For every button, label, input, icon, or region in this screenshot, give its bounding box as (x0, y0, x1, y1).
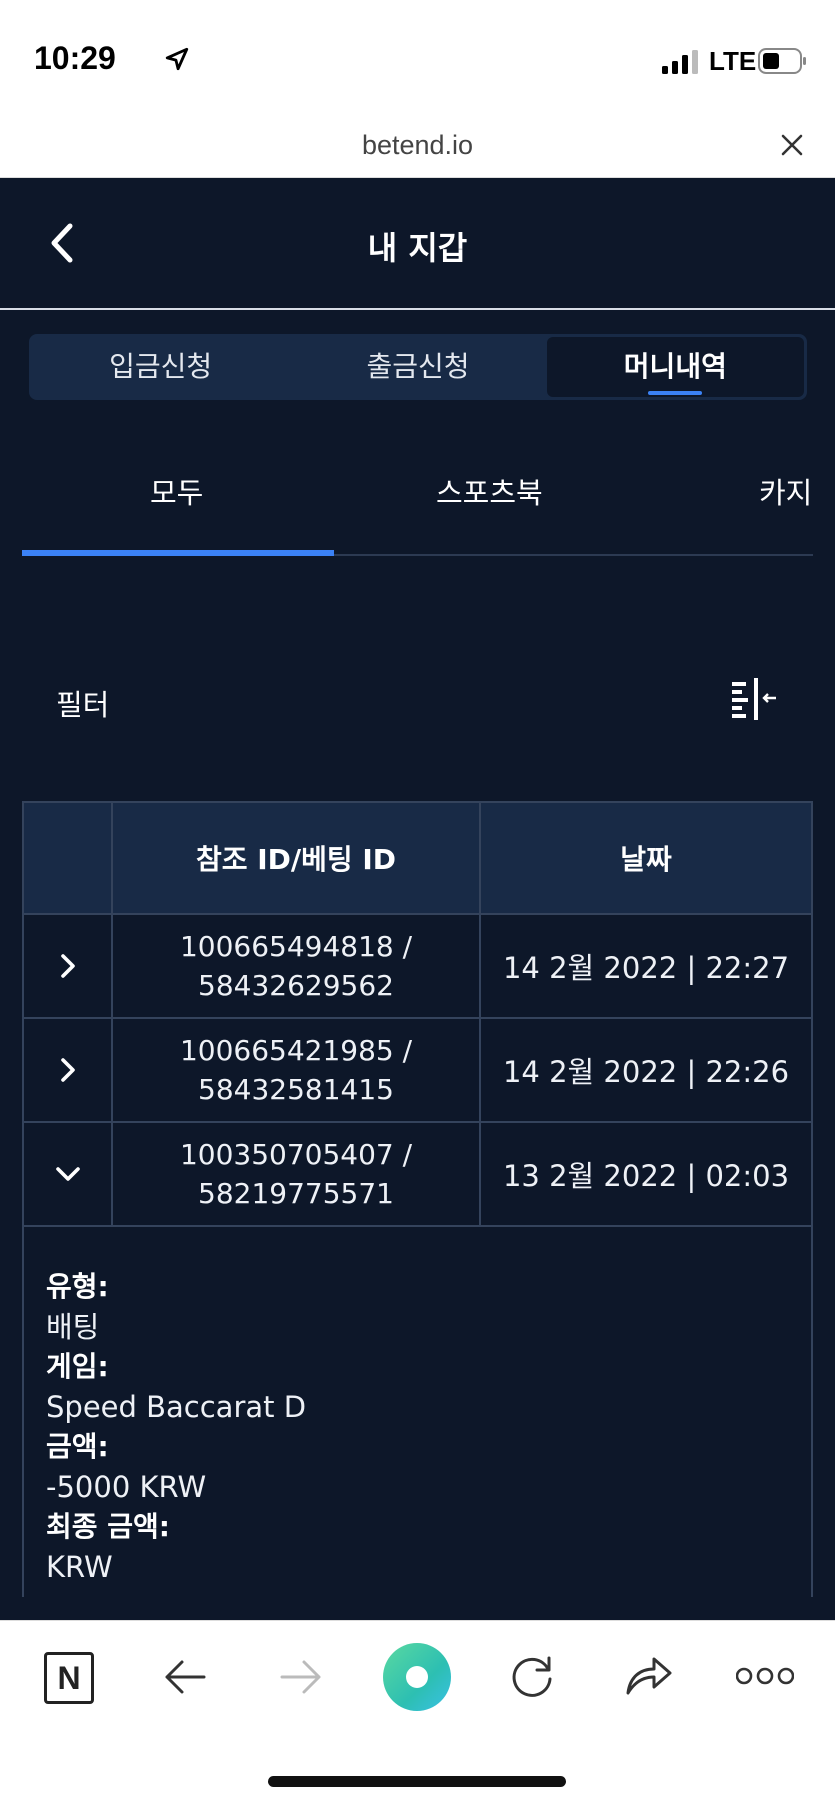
active-subtab-indicator (22, 550, 334, 556)
bet-id: 58432629562 (198, 969, 394, 1002)
more-icon[interactable] (736, 1665, 794, 1687)
chevron-right-icon (60, 954, 75, 978)
ref-id: 100665421985 / (179, 1034, 413, 1067)
final-amount-value: KRW (46, 1550, 113, 1584)
type-label: 유형: (46, 1270, 109, 1303)
expand-toggle[interactable] (24, 915, 113, 1017)
ref-bet-id-cell: 100350705407 / 58219775571 (113, 1123, 481, 1225)
type-value: 배팅 (46, 1310, 100, 1344)
filter-label: 필터 (56, 688, 110, 722)
ref-id: 100350705407 / (179, 1138, 413, 1171)
transaction-details: 유형: 배팅 게임: Speed Baccarat D 금액: -5000 KR… (22, 1225, 813, 1597)
ref-bet-id-cell: 100665494818 / 58432629562 (113, 915, 481, 1017)
table-row[interactable]: 100665494818 / 58432629562 14 2월 2022 | 2… (24, 915, 811, 1019)
chevron-right-icon (60, 1058, 75, 1082)
back-arrow-icon[interactable] (162, 1657, 208, 1697)
date-cell: 14 2월 2022 | 22:27 (502, 951, 790, 985)
network-type: LTE (709, 46, 757, 76)
history-table: 참조 ID/베팅 ID 날짜 100665494818 / 58432629562… (22, 801, 813, 1227)
battery-icon (758, 48, 806, 74)
page-title: 내 지갑 (367, 229, 468, 267)
close-icon[interactable] (779, 132, 805, 158)
final-amount-label: 최종 금액: (46, 1510, 170, 1543)
tab-label: 머니내역 (623, 350, 727, 383)
page-header: 내 지갑 (0, 178, 835, 310)
ref-id: 100665494818 / (179, 930, 413, 963)
naver-n-icon[interactable]: N (44, 1652, 94, 1704)
filter-collapse-icon[interactable] (730, 676, 780, 722)
ref-bet-id-cell: 100665421985 / 58432581415 (113, 1019, 481, 1121)
category-tabs: 모두 스포츠북 카지 (22, 462, 813, 556)
table-row[interactable]: 100665421985 / 58432581415 14 2월 2022 | 2… (24, 1019, 811, 1123)
cellular-signal-icon (662, 50, 698, 74)
url-text[interactable]: betend.io (0, 130, 835, 161)
bet-id: 58432581415 (198, 1073, 394, 1106)
bet-id: 58219775571 (198, 1177, 394, 1210)
tab-all[interactable]: 모두 (150, 470, 203, 512)
tab-money-history[interactable]: 머니내역 (546, 337, 804, 397)
location-arrow-icon (165, 47, 189, 71)
tab-casino[interactable]: 카지 (759, 470, 812, 512)
tab-withdraw[interactable]: 출금신청 (289, 337, 546, 397)
header-expand-cell (24, 803, 113, 913)
game-value: Speed Baccarat D (46, 1390, 307, 1424)
header-ref-id: 참조 ID/베팅 ID (113, 803, 481, 913)
active-tab-underline (648, 391, 703, 395)
wallet-tabs: 입금신청 출금신청 머니내역 (29, 334, 807, 400)
table-header: 참조 ID/베팅 ID 날짜 (24, 803, 811, 915)
tab-deposit[interactable]: 입금신청 (32, 337, 289, 397)
reload-icon[interactable] (508, 1653, 556, 1701)
home-indicator (268, 1776, 566, 1787)
tab-label: 입금신청 (109, 350, 213, 383)
table-row-expanded[interactable]: 100350705407 / 58219775571 13 2월 2022 | 0… (24, 1123, 811, 1227)
chevron-down-icon (55, 1167, 80, 1181)
status-time: 10:29 (34, 40, 116, 76)
date-cell: 13 2월 2022 | 02:03 (502, 1159, 790, 1193)
tab-label: 출금신청 (366, 350, 470, 383)
amount-label: 금액: (46, 1430, 109, 1463)
amount-value: -5000 KRW (46, 1470, 207, 1504)
expand-toggle[interactable] (24, 1123, 113, 1225)
home-green-dot-icon[interactable] (383, 1643, 451, 1711)
game-label: 게임: (46, 1350, 109, 1383)
date-cell: 14 2월 2022 | 22:26 (502, 1055, 790, 1089)
expand-toggle[interactable] (24, 1019, 113, 1121)
share-arrow-icon[interactable] (622, 1651, 674, 1699)
home-dot (406, 1666, 428, 1688)
browser-address-bar: betend.io (0, 120, 835, 178)
tab-sportsbook[interactable]: 스포츠북 (436, 470, 543, 512)
header-date: 날짜 (620, 843, 672, 876)
status-bar: 10:29 LTE (0, 0, 835, 120)
forward-arrow-icon[interactable] (278, 1657, 324, 1697)
